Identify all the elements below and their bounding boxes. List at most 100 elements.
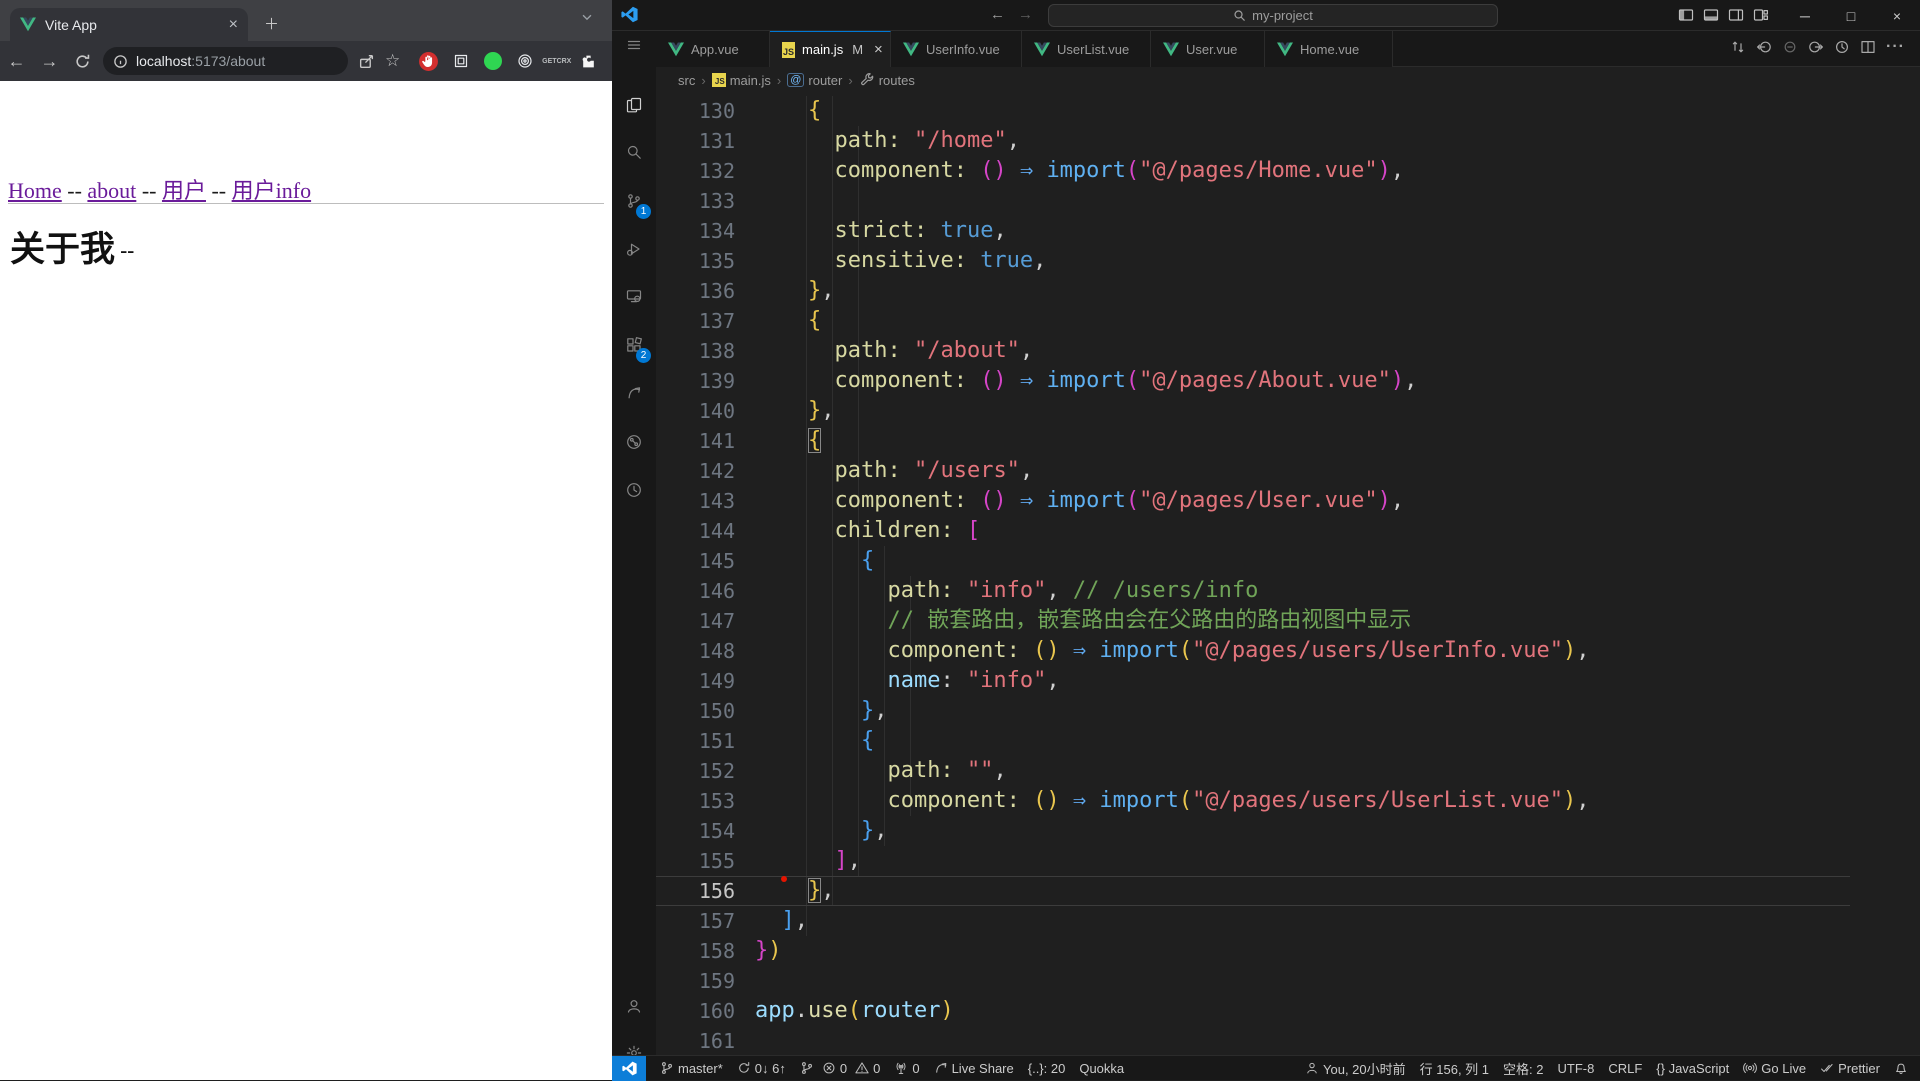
line-number: 139 [698,369,735,393]
code-line[interactable]: 161 [656,1026,1850,1055]
status-bell[interactable] [1894,1061,1908,1075]
activity-source-control-icon[interactable]: 1 [612,181,656,221]
activity-files-icon[interactable] [612,85,656,125]
code-line[interactable]: 147 // 嵌套路由，嵌套路由会在父路由的路由视图中显示 [656,606,1850,636]
remote-indicator[interactable] [612,1055,646,1081]
code-editor[interactable]: 130 {131 path: "/home", 132 component: ()… [656,0,1850,1055]
code-line[interactable]: 150 }, [656,696,1850,726]
code-line[interactable]: 135 sensitive: true, [656,246,1850,276]
more-actions-icon[interactable]: ··· [1886,38,1905,56]
tab-search-chevron-icon[interactable] [580,10,594,24]
frame-square-icon[interactable] [450,51,471,72]
code-line[interactable]: 154 }, [656,816,1850,846]
activity-account-icon[interactable] [612,986,656,1026]
back-button[interactable]: ← [0,51,33,72]
code-line-text: path: "/about", [834,338,1034,363]
line-number: 132 [698,159,735,183]
code-line[interactable]: 156 }, [656,876,1850,906]
code-line-text: name: "info", [887,668,1060,693]
line-number: 135 [698,249,735,273]
code-line-text: }, [860,698,888,723]
target-icon[interactable] [514,51,535,72]
code-line[interactable]: 136 }, [656,276,1850,306]
sync-icon [737,1061,751,1075]
router-link-1[interactable]: Home [8,178,62,203]
code-line[interactable]: 138 path: "/about", [656,336,1850,366]
code-line[interactable]: 130 { [656,96,1850,126]
browser-active-tab[interactable]: Vite App × [10,8,248,41]
code-line[interactable]: 144 children: [ [656,516,1850,546]
status-空格-2[interactable]: 空格: 2 [1503,1059,1543,1078]
code-line[interactable]: 160 app.use(router) [656,996,1850,1026]
status-you-20小时前[interactable]: You, 20小时前 [1305,1059,1406,1078]
code-line[interactable]: 148 component: () ⇒ import("@/pages/user… [656,636,1850,666]
activity-extensions-icon[interactable]: 2 [612,325,656,365]
status-master-[interactable]: master* [660,1061,723,1076]
status-live-share[interactable]: Live Share [934,1061,1014,1076]
code-line[interactable]: 153 component: () ⇒ import("@/pages/user… [656,786,1850,816]
bookmark-star-icon[interactable]: ☆ [385,51,400,71]
code-line[interactable]: 155 ], [656,846,1850,876]
activity-menu-icon[interactable] [612,25,656,65]
adblock-hand-icon[interactable] [418,51,439,72]
code-line[interactable]: 131 path: "/home", [656,126,1850,156]
code-line[interactable]: 151 { [656,726,1850,756]
tab-close-icon[interactable]: × [229,16,238,33]
code-line[interactable]: 141 { [656,426,1850,456]
code-line[interactable]: 145 { [656,546,1850,576]
status-quokka[interactable]: Quokka [1079,1061,1124,1076]
router-link-4[interactable]: 用户info [232,178,311,203]
code-line[interactable]: 137 { [656,306,1850,336]
code-line[interactable]: 159 [656,966,1850,996]
status--20[interactable]: {..}: 20 [1028,1061,1066,1076]
status-utf-8[interactable]: UTF-8 [1557,1061,1594,1076]
code-line[interactable]: 146 path: "info", // /users/info [656,576,1850,606]
new-tab-button[interactable]: ＋ [264,13,279,34]
vscode-window: ← → my-project ─ □ × 12 App.vue JS main.js… [612,0,1920,1081]
activity-gitlens-icon[interactable] [612,422,656,462]
status-prettier[interactable]: Prettier [1820,1061,1880,1076]
status-go-live[interactable]: Go Live [1743,1061,1806,1076]
error-icon [822,1061,836,1075]
activity-live-share-icon[interactable] [612,373,656,413]
green-dot-icon[interactable] [482,51,503,72]
activity-gitlens-inspect-icon[interactable] [612,470,656,510]
line-number: 146 [698,579,735,603]
code-line-text: }, [807,278,835,303]
activity-search-icon[interactable] [612,132,656,172]
code-line[interactable]: 133 [656,186,1850,216]
url-bar[interactable]: localhost:5173/about [103,47,348,75]
code-line[interactable]: 132 component: () ⇒ import("@/pages/Home… [656,156,1850,186]
activity-debug-icon[interactable] [612,229,656,269]
code-line[interactable]: 143 component: () ⇒ import("@/pages/User… [656,486,1850,516]
activity-remote-icon[interactable] [612,276,656,316]
reload-button[interactable] [66,53,99,70]
url-host: localhost [136,53,192,69]
site-info-icon[interactable] [113,54,128,69]
status-crlf[interactable]: CRLF [1608,1061,1642,1076]
status-0[interactable]: 0 [822,1061,847,1076]
close-button[interactable]: × [1874,0,1920,31]
router-link-3[interactable]: 用户 [162,178,206,203]
router-link-2[interactable]: about [87,178,136,203]
code-line-text: ], [834,848,861,873]
status-0-6-[interactable]: 0↓ 6↑ [737,1061,786,1076]
status-0[interactable]: 0 [894,1061,920,1076]
status-0[interactable]: 0 [855,1061,880,1076]
code-line[interactable]: 142 path: "/users", [656,456,1850,486]
code-line[interactable]: 152 path: "", [656,756,1850,786]
split-editor-icon[interactable] [1860,39,1876,55]
code-line[interactable]: 157 ], [656,906,1850,936]
getcrx-icon[interactable]: GET CRX [542,51,571,72]
puzzle-icon[interactable] [578,51,599,72]
code-line[interactable]: 158}) [656,936,1850,966]
share-icon[interactable] [358,53,375,70]
status--javascript[interactable]: {} JavaScript [1656,1061,1729,1076]
code-line[interactable]: 149 name: "info", [656,666,1850,696]
code-line[interactable]: 139 component: () ⇒ import("@/pages/Abou… [656,366,1850,396]
status-git-branch[interactable] [800,1061,814,1075]
status-行-156-列-1[interactable]: 行 156, 列 1 [1420,1059,1489,1078]
code-line[interactable]: 140 }, [656,396,1850,426]
forward-button[interactable]: → [33,51,66,72]
code-line[interactable]: 134 strict: true, [656,216,1850,246]
